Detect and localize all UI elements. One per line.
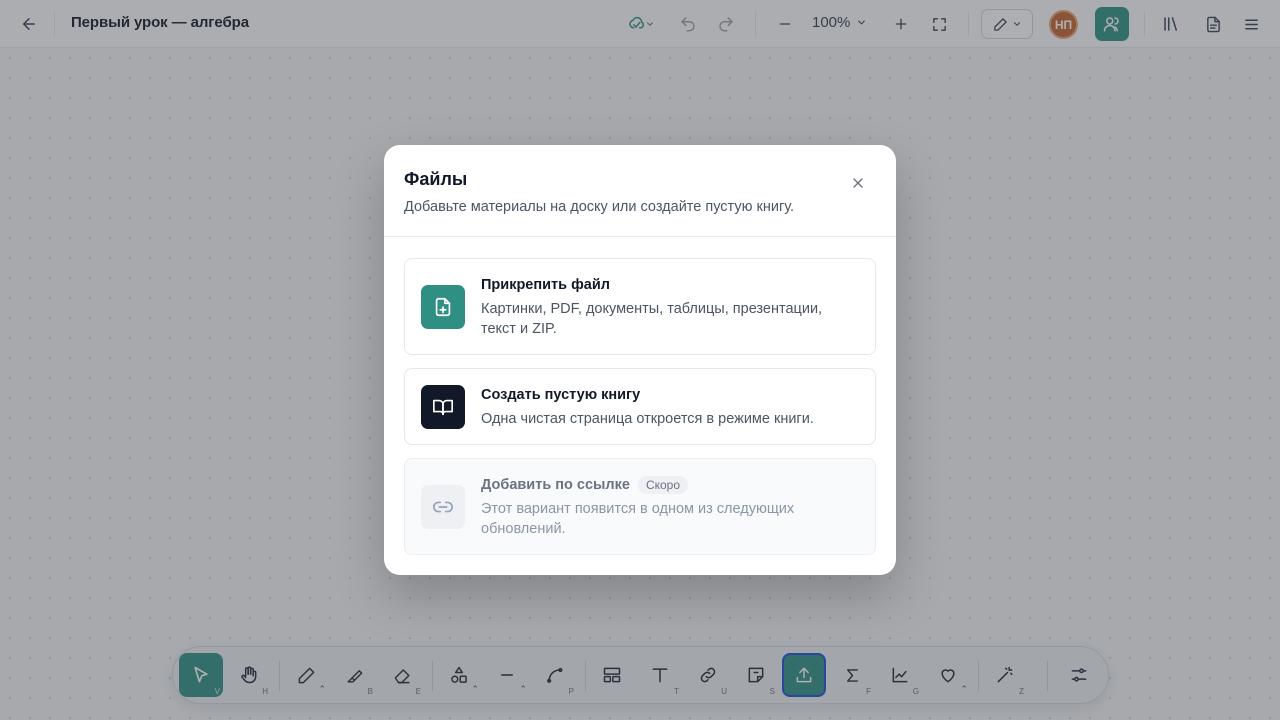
book-icon — [421, 385, 465, 429]
option-description: Картинки, PDF, документы, таблицы, презе… — [481, 301, 823, 337]
add-by-link-option: Добавить по ссылке Скоро Этот вариант по… — [404, 458, 876, 555]
attach-file-option[interactable]: Прикрепить файл Картинки, PDF, документы… — [404, 258, 876, 355]
coming-soon-badge: Скоро — [637, 476, 689, 494]
option-title: Добавить по ссылке — [481, 477, 630, 493]
option-description: Одна чистая страница откроется в режиме … — [481, 411, 814, 427]
close-icon[interactable] — [846, 171, 870, 195]
dialog-title: Файлы — [404, 169, 468, 189]
link-icon — [421, 485, 465, 529]
option-title: Создать пустую книгу — [481, 387, 641, 403]
dialog-header: Файлы Добавьте материалы на доску или со… — [384, 145, 896, 237]
option-description: Этот вариант появится в одном из следующ… — [481, 501, 795, 537]
files-dialog: Файлы Добавьте материалы на доску или со… — [384, 145, 896, 575]
option-title: Прикрепить файл — [481, 277, 610, 293]
dialog-subtitle: Добавьте материалы на доску или создайте… — [404, 199, 795, 215]
file-plus-icon — [421, 285, 465, 329]
create-empty-book-option[interactable]: Создать пустую книгу Одна чистая страниц… — [404, 368, 876, 445]
option-title-row: Добавить по ссылке Скоро — [481, 476, 689, 494]
